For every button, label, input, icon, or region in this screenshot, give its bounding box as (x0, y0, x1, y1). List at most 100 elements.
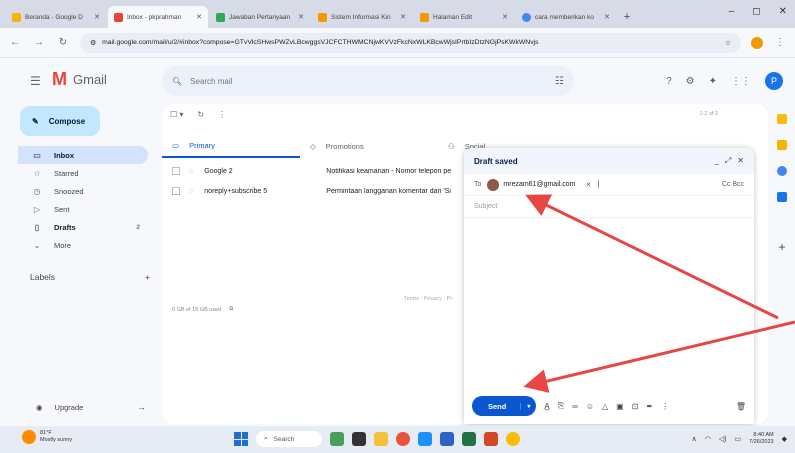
notification-icon[interactable]: ◆ (782, 435, 787, 443)
omnibox[interactable]: ⚙ mail.google.com/mail/u/2/#inbox?compos… (80, 32, 741, 53)
chrome-icon[interactable] (506, 432, 520, 446)
back-icon[interactable]: ← (8, 37, 22, 48)
browser-tab[interactable]: Sistem Informasi Kin ✕ (312, 6, 412, 28)
tab-label: Primary (189, 140, 215, 150)
photo-icon[interactable]: ▣ (616, 402, 624, 411)
minimize-icon[interactable]: _ (714, 156, 718, 166)
link-icon[interactable]: ∞ (572, 402, 578, 411)
row-checkbox[interactable] (172, 187, 180, 195)
file-explorer-icon[interactable] (374, 432, 388, 446)
settings-icon[interactable]: ⚙ (686, 76, 695, 87)
close-icon[interactable]: ✕ (94, 13, 100, 21)
maximize-icon[interactable]: ◻ (752, 6, 760, 17)
browser-tab[interactable]: cara memberikan ko ✕ (516, 6, 616, 28)
star-icon[interactable]: ☆ (188, 187, 194, 195)
browser-tab[interactable]: Beranda - Google D ✕ (6, 6, 106, 28)
excel-icon[interactable] (462, 432, 476, 446)
attach-icon[interactable]: ⎘ (558, 401, 564, 411)
search-options-icon[interactable]: ☷ (555, 76, 564, 87)
powerpoint-icon[interactable] (484, 432, 498, 446)
browser-tab[interactable]: Jawaban Pertanyaan ✕ (210, 6, 310, 28)
row-checkbox[interactable] (172, 167, 180, 175)
star-icon[interactable]: ☆ (188, 167, 194, 175)
wifi-icon[interactable]: ◠ (705, 435, 711, 443)
sidebar-item-inbox[interactable]: ▭ Inbox (18, 146, 148, 164)
gmail-logo[interactable]: M Gmail (52, 70, 107, 88)
weather-widget[interactable]: 81°F Mostly sunny (22, 430, 72, 444)
gemini-icon[interactable]: ✦ (709, 76, 717, 87)
select-all-checkbox[interactable]: ☐ ▾ (170, 110, 183, 119)
menu-icon[interactable]: ⋮ (773, 37, 787, 48)
browser-tab[interactable]: Halaman Edit ✕ (414, 6, 514, 28)
discard-draft-icon[interactable]: 🗑︎ (736, 402, 746, 411)
add-label-icon[interactable]: + (145, 272, 150, 282)
cc-bcc-link[interactable]: Cc Bcc (722, 181, 744, 188)
reload-icon[interactable]: ↻ (56, 37, 70, 48)
emoji-icon[interactable]: ☺ (586, 402, 594, 411)
close-icon[interactable]: ✕ (400, 13, 406, 21)
confidential-icon[interactable]: ⊡ (632, 402, 639, 411)
volume-icon[interactable]: ◁) (719, 435, 727, 443)
close-icon[interactable]: ✕ (737, 156, 744, 166)
more-icon[interactable]: ⋮ (218, 110, 226, 119)
formatting-icon[interactable]: A̲ (544, 402, 549, 411)
sidebar-item-more[interactable]: ⌄ More (18, 236, 148, 254)
more-options-icon[interactable]: ⋮ (661, 402, 669, 411)
sidebar-item-sent[interactable]: ▷ Sent (18, 200, 148, 218)
taskbar-search[interactable]: ⌕ Search (256, 431, 322, 447)
drive-insert-icon[interactable]: △ (602, 402, 608, 411)
bookmark-star-icon[interactable]: ☆ (725, 39, 731, 47)
tab-primary[interactable]: ▭ Primary (162, 134, 300, 158)
close-icon[interactable]: ✕ (604, 13, 610, 21)
close-icon[interactable]: ✕ (196, 13, 202, 21)
compose-button[interactable]: ✎ Compose (20, 106, 100, 136)
subject-field[interactable]: Subject (464, 196, 754, 218)
apps-icon[interactable]: ⋮⋮ (731, 76, 751, 87)
sidebar-item-starred[interactable]: ☆ Starred (18, 164, 148, 182)
close-icon[interactable]: ✕ (502, 13, 508, 21)
remove-recipient-icon[interactable]: ✕ (585, 181, 591, 189)
battery-icon[interactable]: ▭ (735, 435, 742, 443)
browser-tab-label: Inbox - pkprahman (127, 13, 182, 21)
calendar-icon[interactable] (777, 114, 787, 124)
office-icon[interactable] (396, 432, 410, 446)
to-field[interactable]: To mrezam61@gmail.com ✕ | Cc Bcc (464, 174, 754, 196)
recipient-chip[interactable]: mrezam61@gmail.com ✕ (487, 178, 592, 191)
search-input[interactable] (190, 76, 548, 86)
new-tab-button[interactable]: + (618, 6, 636, 28)
add-addon-icon[interactable]: + (778, 240, 785, 254)
schedule-send-icon[interactable]: ▾ (520, 402, 536, 410)
clock[interactable]: 8:40 AM 7/26/2023 (749, 432, 773, 445)
edge-icon[interactable] (418, 432, 432, 446)
minimize-icon[interactable]: – (729, 6, 735, 17)
footer-links[interactable]: Terms · Privacy · Pr (404, 296, 452, 302)
search-icon[interactable]: 🔍︎ (172, 77, 182, 86)
task-view-icon[interactable] (352, 432, 366, 446)
send-button[interactable]: Send ▾ (472, 396, 537, 416)
profile-icon[interactable] (751, 36, 763, 49)
windows-start-icon[interactable] (234, 432, 248, 446)
avatar[interactable]: P (765, 72, 783, 90)
store-icon[interactable] (440, 432, 454, 446)
refresh-icon[interactable]: ↻ (197, 110, 204, 119)
external-link-icon[interactable]: ⧉ (229, 306, 233, 313)
upgrade-button[interactable]: ◉ Upgrade → (36, 402, 146, 412)
url-text[interactable]: mail.google.com/mail/u/2/#inbox?compose=… (102, 39, 719, 46)
close-icon[interactable]: ✕ (298, 13, 304, 21)
expand-icon[interactable]: ⤢ (725, 156, 731, 166)
contacts-icon[interactable] (777, 192, 787, 202)
tasks-icon[interactable] (777, 166, 787, 176)
main-menu-icon[interactable]: ☰ (30, 74, 41, 88)
keep-icon[interactable] (777, 140, 787, 150)
site-info-icon[interactable]: ⚙ (90, 39, 96, 47)
help-icon[interactable]: ? (666, 76, 672, 87)
close-window-icon[interactable]: ✕ (779, 6, 787, 17)
sidebar-item-snoozed[interactable]: ◷ Snoozed (18, 182, 148, 200)
tab-promotions[interactable]: ◇ Promotions (300, 134, 438, 158)
browser-tab-active[interactable]: Inbox - pkprahman ✕ (108, 6, 208, 28)
chevron-up-icon[interactable]: ∧ (692, 435, 697, 443)
signature-icon[interactable]: ✒ (646, 402, 653, 411)
forward-icon[interactable]: → (32, 37, 46, 48)
sidebar-item-drafts[interactable]: ▯ Drafts 2 (18, 218, 148, 236)
widgets-icon[interactable] (330, 432, 344, 446)
